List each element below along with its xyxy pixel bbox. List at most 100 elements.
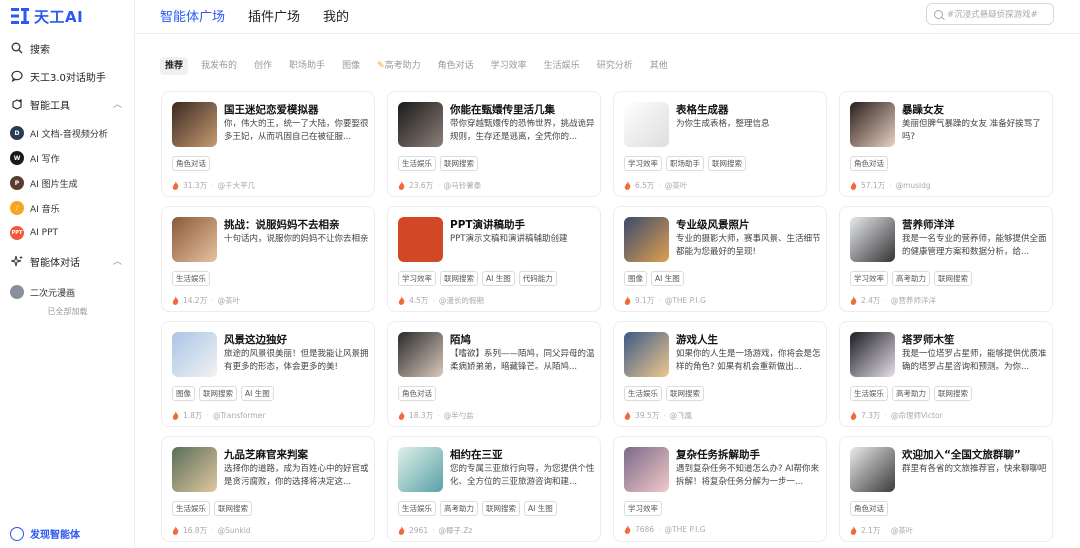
discover-label: 发现智能体 [30, 530, 80, 541]
category-tab[interactable]: 角色对话 [438, 57, 474, 75]
category-tab[interactable]: 我发布的 [201, 57, 237, 75]
chevron-up-icon[interactable]: ︿ [113, 254, 122, 267]
sparkle-icon [10, 254, 24, 268]
flame-icon [850, 526, 857, 535]
flame-icon [850, 296, 857, 305]
agent-card[interactable]: 复杂任务拆解助手 遇到复杂任务不知道怎么办? AI帮你来拆解！将复杂任务分解为一步… [613, 436, 827, 542]
agent-card[interactable]: 游戏人生 如果你的人生是一场游戏，你将会是怎样的角色? 如果有机会重新做出... 生… [613, 321, 827, 427]
agent-card[interactable]: 国王迷妃恋爱模拟器 你，伟大的王，统一了大陆，你要娶很多王妃，从而巩固自己在被征服… [161, 91, 375, 197]
usage-count: 6.5万 [635, 181, 655, 190]
chevron-up-icon[interactable]: ︿ [113, 97, 122, 110]
agent-title: 风景这边独好 [224, 334, 287, 346]
category-tab[interactable]: 研究分析 [597, 57, 633, 75]
agent-card[interactable]: 营养师洋洋 我是一名专业的营养师，能够提供全面的健康管理方案和数据分析，给... 学… [839, 206, 1053, 312]
agent-card[interactable]: 你能在甄嬛传里活几集 带你穿越甄嬛传的恐怖世界，挑战诡异规则，生存还是逃离，全凭你… [387, 91, 601, 197]
agent-card[interactable]: 挑战：说服妈妈不去相亲 十句话内，说服你的妈妈不让你去相亲 生活娱乐 14.2万 · @茶… [161, 206, 375, 312]
sidebar-item-label: 智能体对话 [30, 257, 80, 269]
brand-logo[interactable]: 天工AI [10, 5, 83, 27]
sidebar-item-label: 搜索 [30, 44, 50, 56]
agent-meta: 7.3万 · @命理师Victor [850, 410, 943, 421]
robot-face-icon [10, 526, 24, 541]
agent-description: 为你生成表格，整理信息 [676, 119, 770, 129]
sidebar: 天工AI 搜索 天工3.0对话助手 智能工具 ︿ D AI 文档-音视频分析 W… [0, 0, 135, 548]
tab-mine[interactable]: 我的 [323, 6, 349, 25]
category-tab[interactable]: 生活娱乐 [544, 57, 580, 75]
agent-tag: 图像 [172, 386, 195, 401]
search-input[interactable]: #沉浸式悬疑侦探游戏# [926, 3, 1054, 25]
agent-card[interactable]: 风景这边独好 旅途的风景很美丽！但是我能让风景拥有更多的形态，体会更多的美! 图像联… [161, 321, 375, 427]
category-tab[interactable]: 图像 [342, 57, 360, 75]
category-tab[interactable]: 职场助手 [289, 57, 325, 75]
agent-card[interactable]: 九品芝麻官来判案 选择你的道路，成为百姓心中的好官或是贪污腐败，你的选择将决定这.… [161, 436, 375, 542]
agent-tags: 学习效率 [624, 501, 666, 516]
agent-tag: 联网搜索 [482, 501, 520, 516]
sidebar-tool-ppt[interactable]: PPT AI PPT [10, 224, 130, 242]
agent-thumbnail [850, 447, 895, 492]
agent-author: @THE P.I.G [664, 525, 706, 534]
agent-tag: 学习效率 [850, 271, 888, 286]
agent-card[interactable]: 表格生成器 为你生成表格，整理信息 学习效率 职场助手 联网搜索 6.5万 · @茶叶 [613, 91, 827, 197]
agent-tags: 生活娱乐 联网搜索 [172, 501, 256, 516]
agent-tag: 联网搜索 [708, 156, 746, 171]
usage-count: 39.5万 [635, 411, 660, 420]
usage-count: 2961 [409, 526, 429, 535]
discover-agents-button[interactable]: 发现智能体 [10, 526, 80, 541]
agent-author: @漫长的假期 [438, 296, 484, 305]
agent-thumbnail [850, 332, 895, 377]
agent-card[interactable]: 陌鸠 【嗜欲】系列——陌鸠，同父异母的温柔病娇弟弟，暗藏锋芒。从陌鸠... 角色对话… [387, 321, 601, 427]
agent-thumbnail [398, 102, 443, 147]
category-tab[interactable]: ✎高考助力 [377, 57, 421, 75]
agent-card[interactable]: PPT演讲稿助手 PPT演示文稿和演讲稿辅助创建 学习效率 联网搜索 AI 生图 代码能力… [387, 206, 601, 312]
agent-tag: 联网搜索 [666, 386, 704, 401]
agent-tag: 角色对话 [398, 386, 436, 401]
flame-icon [398, 296, 405, 305]
sidebar-item-tools[interactable]: 智能工具 ︿ [10, 94, 128, 114]
sidebar-item-agents[interactable]: 智能体对话 ︿ [10, 251, 128, 271]
agent-card[interactable]: 欢迎加入“全国文旅群聊” 群里有各省的文旅推荐官，快来聊聊吧 角色对话 2.1万 · @茶… [839, 436, 1053, 542]
agent-author: @茶叶 [217, 296, 241, 305]
agent-description: 群里有各省的文旅推荐官，快来聊聊吧 [902, 464, 1047, 474]
category-tab[interactable]: 推荐 [160, 57, 189, 75]
meta-separator: · [658, 181, 661, 190]
flame-icon [172, 181, 179, 190]
agent-card[interactable]: 相约在三亚 您的专属三亚旅行向导，为您提供个性化、全方位的三亚旅游咨询和建... 生… [387, 436, 601, 542]
meta-separator: · [206, 411, 209, 420]
agent-tag: 学习效率 [624, 501, 662, 516]
category-tab[interactable]: 创作 [254, 57, 272, 75]
sidebar-tool-doc-analysis[interactable]: D AI 文档-音视频分析 [10, 124, 130, 142]
sidebar-item-search[interactable]: 搜索 [10, 38, 128, 58]
agent-thumbnail [398, 332, 443, 377]
agent-card[interactable]: 暴躁女友 美丽但脾气暴躁的女友 准备好挨骂了吗? 角色对话 57.1万 · @musidg [839, 91, 1053, 197]
sidebar-item-chat[interactable]: 天工3.0对话助手 [10, 66, 128, 86]
agent-thumbnail [398, 447, 443, 492]
agent-author: @Transformer [212, 411, 266, 420]
tab-plugin-square[interactable]: 插件广场 [248, 6, 300, 25]
agent-meta: 2.1万 · @茶叶 [850, 525, 913, 536]
agent-description: 如果你的人生是一场游戏，你将会是怎样的角色? 如果有机会重新做出... [676, 349, 821, 372]
sidebar-item-label: AI PPT [30, 228, 59, 238]
agent-card[interactable]: 专业级风景照片 专业的摄影大师，赛事风景、生活细节都能为您最好的呈现! 图像 AI 生… [613, 206, 827, 312]
sidebar-tool-writing[interactable]: W AI 写作 [10, 149, 130, 167]
category-tab[interactable]: 其他 [650, 57, 668, 75]
agent-tags: 角色对话 [398, 386, 440, 401]
tab-agent-square[interactable]: 智能体广场 [160, 6, 225, 25]
category-tab[interactable]: 学习效率 [491, 57, 527, 75]
agent-description: 我是一名专业的营养师，能够提供全面的健康管理方案和数据分析，给... [902, 234, 1047, 257]
agent-meta: 39.5万 · @飞凰 [624, 410, 692, 421]
usage-count: 7686 [635, 525, 655, 534]
agent-meta: 18.3万 · @半勺盐 [398, 410, 474, 421]
flame-icon [850, 411, 857, 420]
usage-count: 9.1万 [635, 296, 655, 305]
usage-count: 18.3万 [409, 411, 434, 420]
agent-description: 美丽但脾气暴躁的女友 准备好挨骂了吗? [902, 119, 1041, 142]
flame-icon [624, 411, 631, 420]
sidebar-tool-music[interactable]: ♪ AI 音乐 [10, 199, 130, 217]
sidebar-tool-image[interactable]: P AI 图片生成 [10, 174, 130, 192]
usage-count: 2.4万 [861, 296, 881, 305]
agent-meta: 6.5万 · @茶叶 [624, 180, 687, 191]
sidebar-agent-anime[interactable]: 二次元漫画 [10, 283, 130, 301]
doc-analysis-icon: D [10, 126, 24, 140]
agent-card[interactable]: 塔罗师木笙 我是一位塔罗占星师，能够提供优质准确的塔罗占星咨询和预测。为你... 生… [839, 321, 1053, 427]
agent-thumbnail [172, 102, 217, 147]
agent-thumbnail [172, 447, 217, 492]
